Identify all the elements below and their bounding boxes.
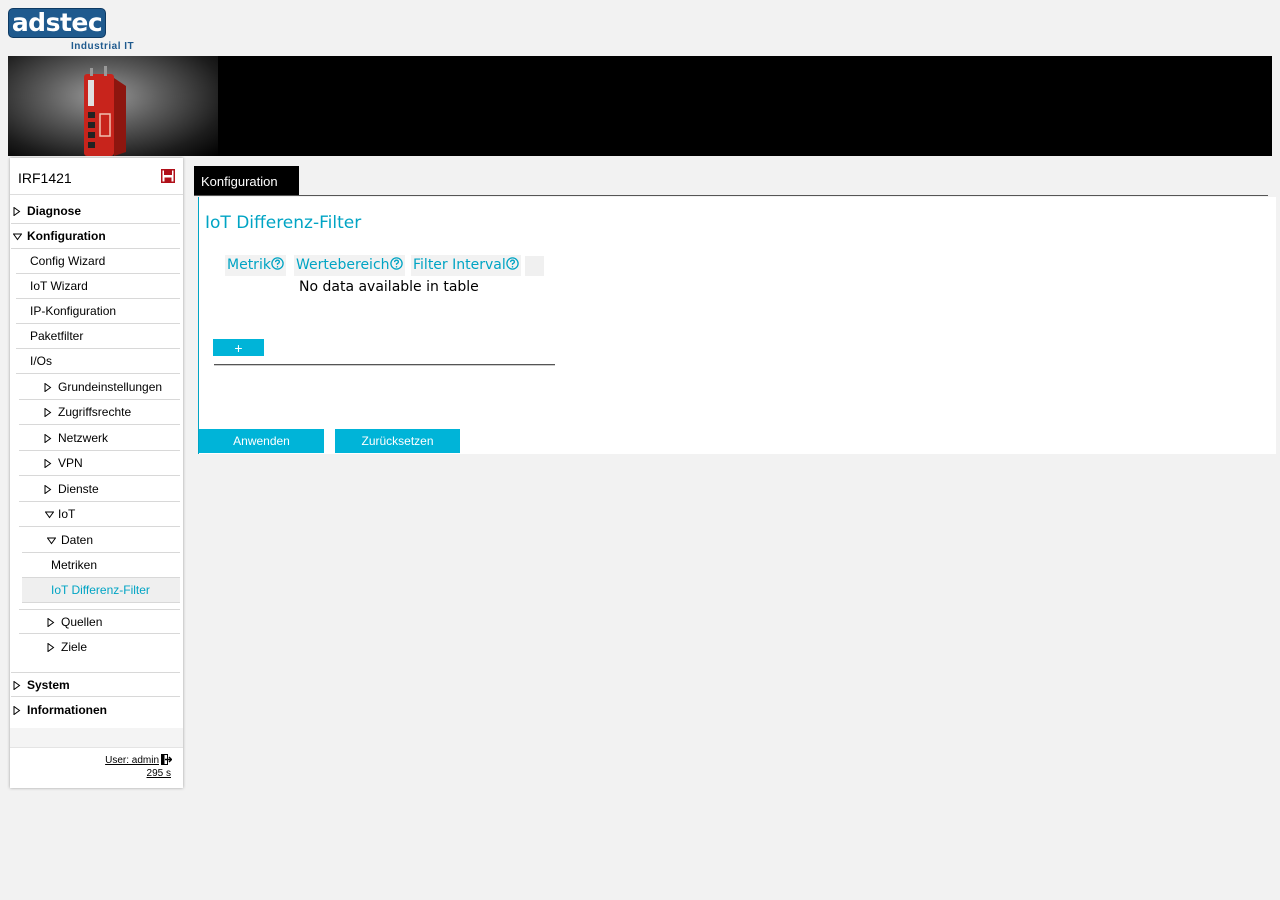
sidebar-item-label: IoT Wizard — [30, 279, 88, 293]
sidebar-item-label: Informationen — [27, 703, 107, 717]
sidebar-item-diagnose[interactable]: Diagnose — [11, 199, 180, 224]
column-header-metrik[interactable]: Metrik — [225, 255, 286, 276]
sidebar-item-label: System — [27, 678, 70, 692]
column-header-actions — [525, 256, 544, 276]
apply-button[interactable]: Anwenden — [199, 429, 324, 453]
adstec-logo: adstec Industrial IT — [8, 8, 136, 54]
sidebar-item-label: IoT Differenz-Filter — [51, 583, 150, 597]
table-bottom-divider — [214, 364, 555, 366]
sidebar-item-iot-differenz-filter[interactable]: IoT Differenz-Filter — [22, 578, 180, 603]
caret-right-icon — [44, 485, 52, 494]
sidebar: IRF1421 Diagnose Konfiguration Config Wi… — [10, 158, 183, 788]
sidebar-item-konfiguration[interactable]: Konfiguration — [11, 224, 180, 249]
sidebar-item-vpn[interactable]: VPN — [19, 451, 180, 476]
sidebar-item-label: Diagnose — [27, 204, 82, 218]
sidebar-item-label: Ziele — [61, 640, 88, 654]
sidebar-item-label: Grundeinstellungen — [58, 380, 163, 394]
sidebar-item-zugriffsrechte[interactable]: Zugriffsrechte — [19, 400, 180, 425]
page-title: IoT Differenz-Filter — [205, 213, 362, 233]
caret-down-icon — [13, 233, 22, 241]
sidebar-item-quellen[interactable]: Quellen — [19, 609, 180, 634]
caret-right-icon — [47, 643, 55, 652]
sidebar-item-ios[interactable]: I/Os — [16, 349, 180, 374]
sidebar-item-label: Konfiguration — [27, 229, 106, 243]
help-icon[interactable] — [271, 257, 284, 270]
logo-subtitle: Industrial IT — [71, 41, 135, 52]
caret-right-icon — [13, 207, 21, 216]
sidebar-item-label: Dienste — [58, 482, 99, 496]
caret-down-icon — [47, 537, 56, 545]
sidebar-item-paketfilter[interactable]: Paketfilter — [16, 324, 180, 349]
user-link[interactable]: User: admin — [105, 755, 159, 766]
sidebar-item-label: Paketfilter — [30, 329, 84, 343]
caret-right-icon — [13, 706, 21, 715]
save-icon[interactable] — [161, 169, 175, 183]
header-banner — [8, 56, 1272, 156]
sidebar-item-grundeinstellungen[interactable]: Grundeinstellungen — [19, 375, 180, 400]
sidebar-item-config-wizard[interactable]: Config Wizard — [16, 249, 180, 274]
sidebar-item-label: IP-Konfiguration — [30, 304, 117, 318]
sidebar-item-dienste[interactable]: Dienste — [19, 477, 180, 502]
help-icon[interactable] — [506, 257, 519, 270]
caret-right-icon — [44, 434, 52, 443]
sidebar-item-label: IoT — [58, 507, 76, 521]
logout-icon[interactable] — [161, 754, 172, 765]
column-label: Wertebereich — [296, 257, 390, 273]
caret-right-icon — [47, 618, 55, 627]
column-header-wertebereich[interactable]: Wertebereich — [294, 255, 405, 276]
sidebar-item-label: VPN — [58, 456, 83, 470]
logo-brand: adstec — [8, 8, 106, 38]
session-timer: 295 s — [146, 768, 171, 779]
sidebar-item-label: Netzwerk — [58, 431, 109, 445]
add-row-button[interactable]: + — [213, 339, 264, 356]
router-device-image — [84, 66, 126, 156]
sidebar-item-label: Config Wizard — [30, 254, 106, 268]
sidebar-item-label: Quellen — [61, 615, 103, 629]
sidebar-item-iot[interactable]: IoT — [19, 502, 180, 527]
sidebar-item-ziele[interactable]: Ziele — [19, 635, 180, 660]
sidebar-item-metriken[interactable]: Metriken — [22, 553, 180, 578]
sidebar-header: IRF1421 — [10, 158, 183, 195]
sidebar-item-label: Metriken — [51, 558, 98, 572]
empty-table-message: No data available in table — [299, 279, 479, 295]
sidebar-footer-separator — [10, 728, 183, 748]
sidebar-item-netzwerk[interactable]: Netzwerk — [19, 426, 180, 451]
sidebar-item-iot-wizard[interactable]: IoT Wizard — [16, 274, 180, 299]
caret-right-icon — [44, 408, 52, 417]
sidebar-item-informationen[interactable]: Informationen — [11, 698, 180, 723]
sidebar-item-daten[interactable]: Daten — [22, 528, 180, 553]
column-label: Metrik — [227, 257, 271, 273]
caret-down-icon — [45, 511, 54, 519]
caret-right-icon — [44, 383, 52, 392]
reset-button[interactable]: Zurücksetzen — [335, 429, 460, 453]
device-name: IRF1421 — [18, 170, 72, 186]
sidebar-item-ip-konfiguration[interactable]: IP-Konfiguration — [16, 299, 180, 324]
caret-right-icon — [13, 681, 21, 690]
caret-right-icon — [44, 459, 52, 468]
tab-konfiguration[interactable]: Konfiguration — [194, 166, 299, 195]
help-icon[interactable] — [389, 257, 403, 270]
content-panel: IoT Differenz-Filter Metrik Wertebereich… — [198, 197, 1276, 454]
tab-divider — [194, 195, 1268, 196]
column-label: Filter Interval — [413, 257, 506, 273]
column-header-filter-interval[interactable]: Filter Interval — [411, 255, 521, 276]
sidebar-item-label: I/Os — [30, 354, 53, 368]
sidebar-item-system[interactable]: System — [11, 672, 180, 697]
sidebar-item-label: Zugriffsrechte — [58, 405, 132, 419]
sidebar-item-label: Daten — [61, 533, 94, 547]
